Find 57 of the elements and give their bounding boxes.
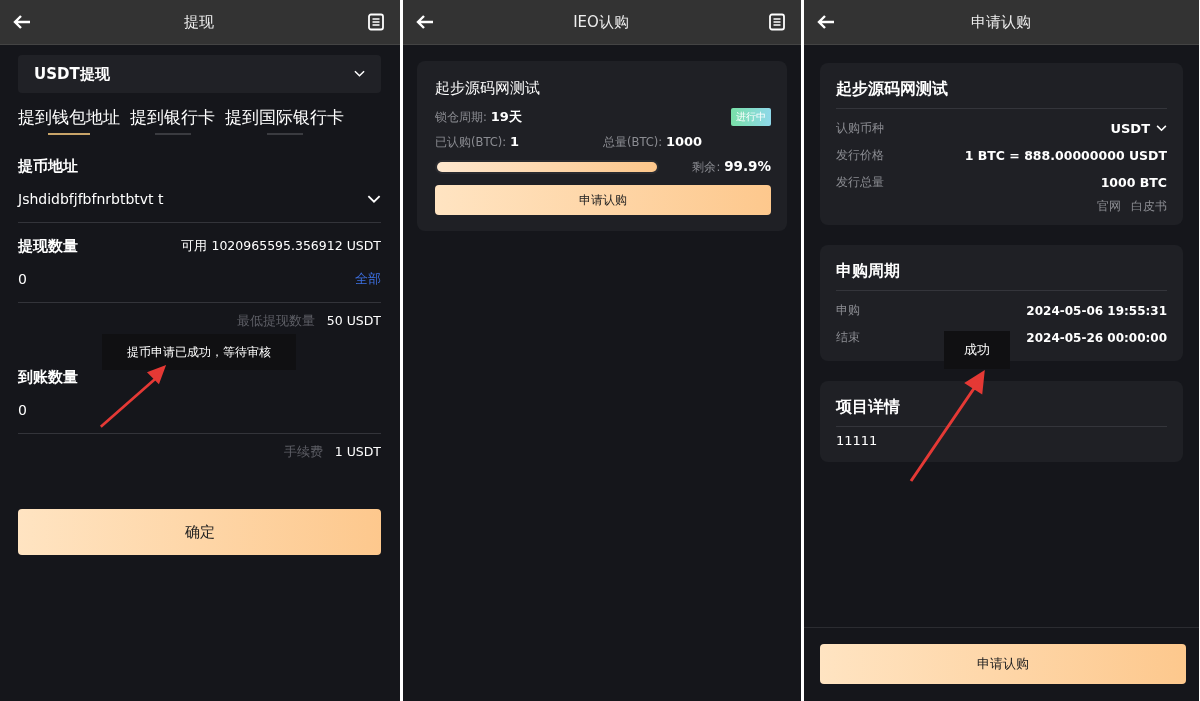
info-label: 认购币种 (836, 120, 884, 137)
period-value: 2024-05-06 19:55:31 (1026, 303, 1167, 318)
min-amount-label: 最低提现数量 (236, 313, 315, 330)
lock-period-value: 19天 (490, 109, 522, 124)
info-label: 发行总量 (836, 174, 884, 191)
lock-period-label: 锁仓周期: (435, 110, 487, 124)
subscribed-value: 1 (509, 134, 519, 149)
tab[interactable]: 提到国际银行卡 (225, 107, 344, 135)
period-value: 2024-05-26 00:00:00 (1026, 330, 1167, 345)
subscribe-button[interactable]: 申请认购 (435, 185, 771, 215)
address-label: 提币地址 (18, 157, 78, 176)
all-link[interactable]: 全部 (355, 270, 381, 288)
project-name: 起步源码网测试 (435, 79, 541, 98)
page-title: 申请认购 (970, 12, 1031, 32)
records-icon[interactable] (366, 12, 386, 32)
chevron-down-icon (354, 70, 365, 78)
coin-select[interactable]: USDT提现 (18, 55, 381, 93)
amount-field[interactable]: 0 全部 (18, 256, 381, 303)
toast-message: 提币申请已成功，等待审核 (102, 334, 296, 370)
remaining-label: 剩余: (692, 160, 721, 174)
document-link[interactable]: 官网 (1097, 198, 1121, 215)
toast-message: 成功 (944, 331, 1010, 369)
total-label: 总量(BTC): (603, 135, 663, 149)
page-title: 提现 (184, 12, 214, 32)
tab[interactable]: 提到银行卡 (130, 107, 215, 135)
tab[interactable]: 提到钱包地址 (18, 107, 120, 135)
coin-select-label: USDT提现 (34, 64, 110, 84)
amount-value: 0 (18, 271, 27, 287)
apply-button[interactable]: 申请认购 (820, 644, 1186, 684)
fee-label: 手续费 (283, 444, 323, 461)
details-text: 11111 (836, 433, 879, 450)
period-label: 结束 (836, 329, 860, 346)
info-value: 1000 BTC (1100, 175, 1167, 190)
address-value: Jshdidbfjfbfnrbtbtvt t (18, 191, 164, 207)
total-value: 1000 (665, 134, 703, 149)
subscribed-label: 已认购(BTC): (435, 135, 507, 149)
available-balance: 可用 1020965595.356912 USDT (181, 238, 381, 255)
page-title: IEO认购 (573, 12, 629, 32)
project-name: 起步源码网测试 (836, 79, 1167, 109)
info-label: 发行价格 (836, 147, 884, 164)
period-title: 申购周期 (836, 261, 1167, 291)
currency-select[interactable]: USDT (1110, 121, 1167, 136)
address-field[interactable]: Jshdidbfjfbfnrbtbtvt t (18, 176, 381, 223)
chevron-down-icon (367, 194, 381, 204)
records-icon[interactable] (767, 12, 787, 32)
status-badge: 进行中 (731, 108, 771, 126)
info-value: 1 BTC = 888.00000000 USDT (964, 148, 1167, 163)
received-value: 0 (18, 402, 27, 418)
confirm-button[interactable]: 确定 (18, 509, 381, 555)
fee-value: 1 USDT (334, 444, 381, 461)
document-link[interactable]: 白皮书 (1131, 198, 1167, 215)
chevron-down-icon (1156, 125, 1167, 132)
min-amount-value: 50 USDT (326, 313, 381, 330)
period-label: 申购 (836, 302, 860, 319)
received-label: 到账数量 (18, 368, 78, 387)
amount-label: 提现数量 (18, 237, 78, 256)
remaining-value: 99.9% (724, 158, 771, 174)
